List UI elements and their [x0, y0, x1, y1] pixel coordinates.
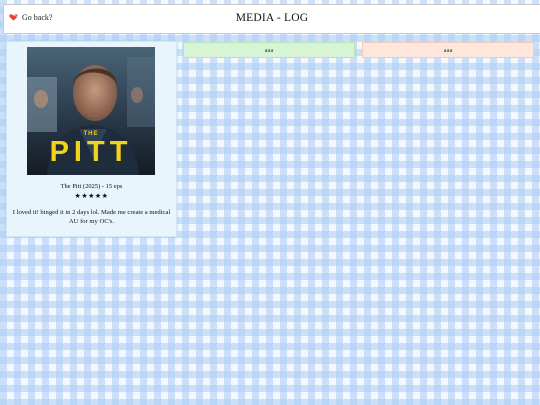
poster-title-big: PITT: [49, 136, 133, 168]
poster-image: THE PITT: [27, 47, 155, 175]
media-title: The Pitt (2025) - 15 eps: [60, 183, 123, 190]
media-entry-card: THE PITT The Pitt (2025) - 15 eps ★★★★★ …: [6, 41, 177, 237]
star-rating: ★★★★★: [74, 192, 109, 200]
review-text: I loved it! binged it in 2 days lol. Mad…: [12, 209, 171, 225]
poster-title: THE PITT: [27, 131, 155, 167]
page-title: MEDIA - LOG: [235, 12, 309, 24]
header-bar: Go back? MEDIA - LOG: [3, 4, 540, 34]
tab-orange[interactable]: aaa: [362, 42, 534, 58]
tab-green[interactable]: aaa: [183, 42, 355, 58]
